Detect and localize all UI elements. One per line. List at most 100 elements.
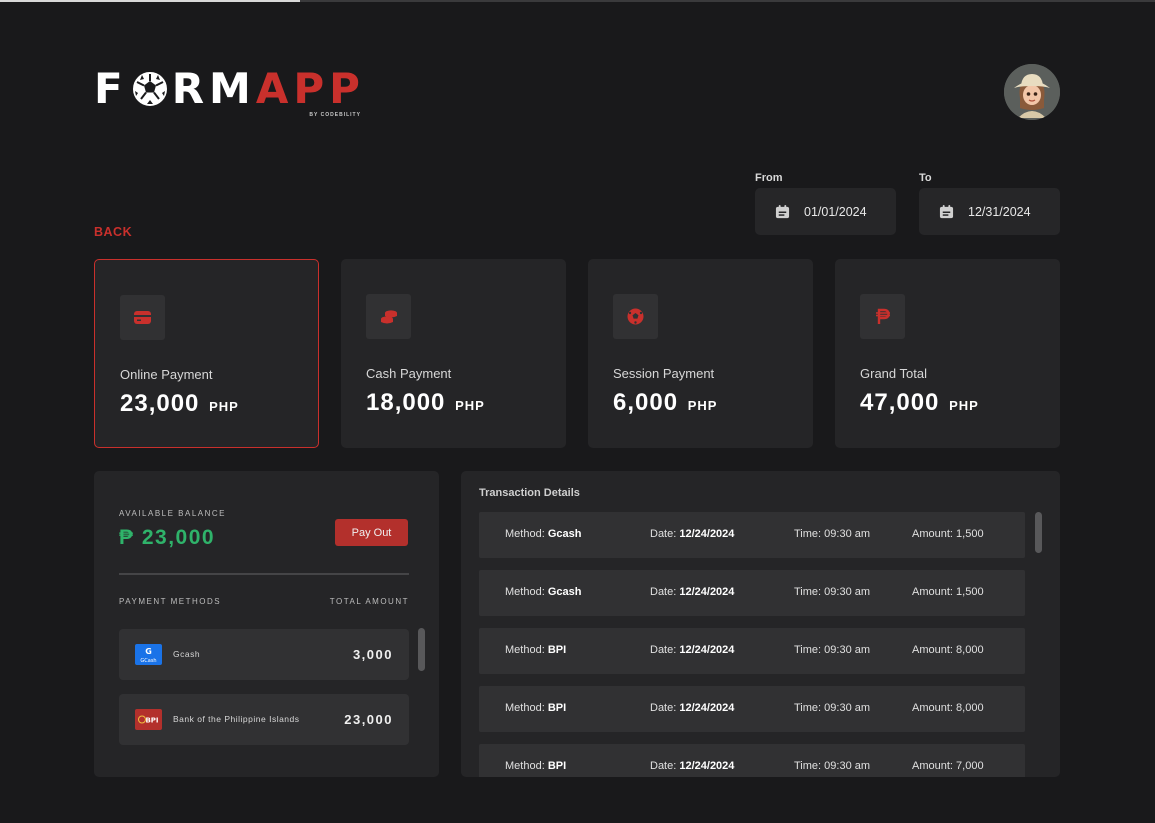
transaction-time-value: 09:30 am (824, 702, 871, 714)
transaction-date: Date: 12/24/2024 (650, 644, 734, 656)
transaction-amount-label: Amount: (912, 528, 953, 540)
transaction-date: Date: 12/24/2024 (650, 760, 734, 772)
divider (119, 573, 409, 575)
transaction-method: Method: BPI (505, 760, 566, 772)
transaction-details-title: Transaction Details (479, 487, 580, 499)
card-currency: PHP (949, 398, 979, 413)
back-link[interactable]: BACK (94, 225, 132, 239)
transaction-row[interactable]: Method: BPI Date: 12/24/2024 Time: 09:30 a… (479, 744, 1025, 777)
card-cash-payment[interactable]: Cash Payment 18,000 PHP (341, 259, 566, 448)
to-date-label: To (919, 172, 932, 184)
transaction-date-label: Date: (650, 528, 677, 540)
coins-icon (380, 309, 397, 323)
card-amount-value: 18,000 (366, 389, 446, 416)
transaction-date: Date: 12/24/2024 (650, 702, 734, 714)
card-amount-value: 47,000 (860, 389, 940, 416)
transactions-scrollbar[interactable] (1035, 512, 1042, 553)
from-date-value: 01/01/2024 (804, 204, 867, 219)
transaction-amount: Amount: 7,000 (912, 760, 984, 772)
transaction-time: Time: 09:30 am (794, 760, 870, 772)
from-date-group: From 01/01/2024 (755, 172, 896, 235)
from-date-picker[interactable]: 01/01/2024 (755, 188, 896, 235)
transaction-time-label: Time: (794, 702, 822, 714)
transaction-method-value: BPI (547, 702, 567, 714)
card-currency: PHP (209, 399, 239, 414)
payment-method-row[interactable]: BPI Bank of the Philippine Islands 23,00… (119, 694, 409, 745)
user-avatar[interactable] (1004, 64, 1060, 120)
transaction-amount: Amount: 1,500 (912, 586, 984, 598)
card-icon-box (860, 294, 905, 339)
transaction-date-value: 12/24/2024 (679, 528, 735, 540)
transaction-method-value: BPI (547, 644, 567, 656)
brand-wordmark: F RM APP (94, 64, 365, 114)
total-amount-header: TOTAL AMOUNT (329, 597, 409, 606)
transaction-panel: Transaction Details Method: Gcash Date: 1… (461, 471, 1060, 777)
window-tab-indicator (0, 0, 300, 2)
card-amount: 18,000 PHP (366, 389, 485, 417)
ball-icon (627, 308, 644, 325)
available-balance-label: AVAILABLE BALANCE (119, 509, 227, 518)
available-balance-value: ₱ 23,000 (119, 526, 216, 549)
card-online-payment[interactable]: Online Payment 23,000 PHP (94, 259, 319, 448)
gcash-mark-icon: G GCash (140, 647, 156, 664)
bpi-logo-icon: BPI (135, 709, 162, 730)
transaction-date: Date: 12/24/2024 (650, 528, 734, 540)
transaction-date-value: 12/24/2024 (679, 702, 735, 714)
transaction-date-value: 12/24/2024 (679, 760, 735, 772)
brand-name-part: RM (171, 64, 256, 113)
peso-icon (875, 308, 890, 324)
svg-text:BPI: BPI (145, 717, 158, 725)
transaction-amount-label: Amount: (912, 760, 953, 772)
brand-byline: BY CODEBILITY (309, 112, 361, 118)
payment-method-row[interactable]: G GCash Gcash 3,000 (119, 629, 409, 680)
transaction-method-label: Method: (505, 644, 545, 656)
transaction-date-value: 12/24/2024 (679, 644, 735, 656)
brand-logo[interactable]: F RM APP BY CODEBILITY (94, 64, 365, 120)
transaction-method-label: Method: (505, 528, 545, 540)
transaction-row[interactable]: Method: BPI Date: 12/24/2024 Time: 09:30 a… (479, 628, 1025, 674)
transaction-time: Time: 09:30 am (794, 702, 870, 714)
svg-text:G: G (145, 647, 152, 656)
card-session-payment[interactable]: Session Payment 6,000 PHP (588, 259, 813, 448)
card-currency: PHP (455, 398, 485, 413)
card-amount-value: 23,000 (120, 390, 200, 417)
calendar-icon (939, 204, 954, 219)
transaction-method-label: Method: (505, 760, 545, 772)
card-grand-total[interactable]: Grand Total 47,000 PHP (835, 259, 1060, 448)
transaction-time-value: 09:30 am (824, 528, 871, 540)
transaction-amount-value: 8,000 (956, 644, 984, 656)
card-currency: PHP (687, 398, 718, 413)
transaction-row[interactable]: Method: Gcash Date: 12/24/2024 Time: 09:30… (479, 512, 1025, 558)
transaction-time: Time: 09:30 am (794, 586, 870, 598)
transaction-amount-label: Amount: (912, 702, 953, 714)
window-top-bar (0, 0, 1155, 2)
card-label: Grand Total (860, 366, 927, 381)
card-label: Cash Payment (366, 366, 452, 381)
transaction-method: Method: Gcash (505, 586, 581, 598)
transaction-amount: Amount: 8,000 (912, 702, 984, 714)
transaction-amount-value: 8,000 (956, 702, 984, 714)
transaction-row[interactable]: Method: Gcash Date: 12/24/2024 Time: 09:30… (479, 570, 1025, 616)
transaction-amount: Amount: 1,500 (912, 528, 984, 540)
transaction-method: Method: BPI (505, 644, 566, 656)
svg-text:GCash: GCash (140, 658, 156, 664)
brand-name-accent: APP (255, 64, 365, 113)
transaction-amount-label: Amount: (912, 586, 953, 598)
payment-method-amount: 3,000 (352, 647, 393, 662)
from-date-label: From (755, 172, 783, 184)
pay-out-button[interactable]: Pay Out (335, 519, 408, 546)
to-date-group: To 12/31/2024 (919, 172, 1060, 235)
payment-methods-scrollbar[interactable] (418, 628, 425, 671)
card-amount-value: 6,000 (613, 389, 679, 416)
soccer-ball-icon (132, 72, 167, 106)
transaction-date: Date: 12/24/2024 (650, 586, 734, 598)
payment-method-amount: 23,000 (344, 712, 393, 727)
card-icon-box (613, 294, 658, 339)
transaction-row[interactable]: Method: BPI Date: 12/24/2024 Time: 09:30 a… (479, 686, 1025, 732)
card-icon (134, 311, 151, 324)
transaction-time-value: 09:30 am (824, 586, 871, 598)
to-date-picker[interactable]: 12/31/2024 (919, 188, 1060, 235)
payment-method-name: Bank of the Philippine Islands (173, 714, 300, 724)
card-amount: 23,000 PHP (120, 390, 239, 418)
transaction-time: Time: 09:30 am (794, 528, 870, 540)
